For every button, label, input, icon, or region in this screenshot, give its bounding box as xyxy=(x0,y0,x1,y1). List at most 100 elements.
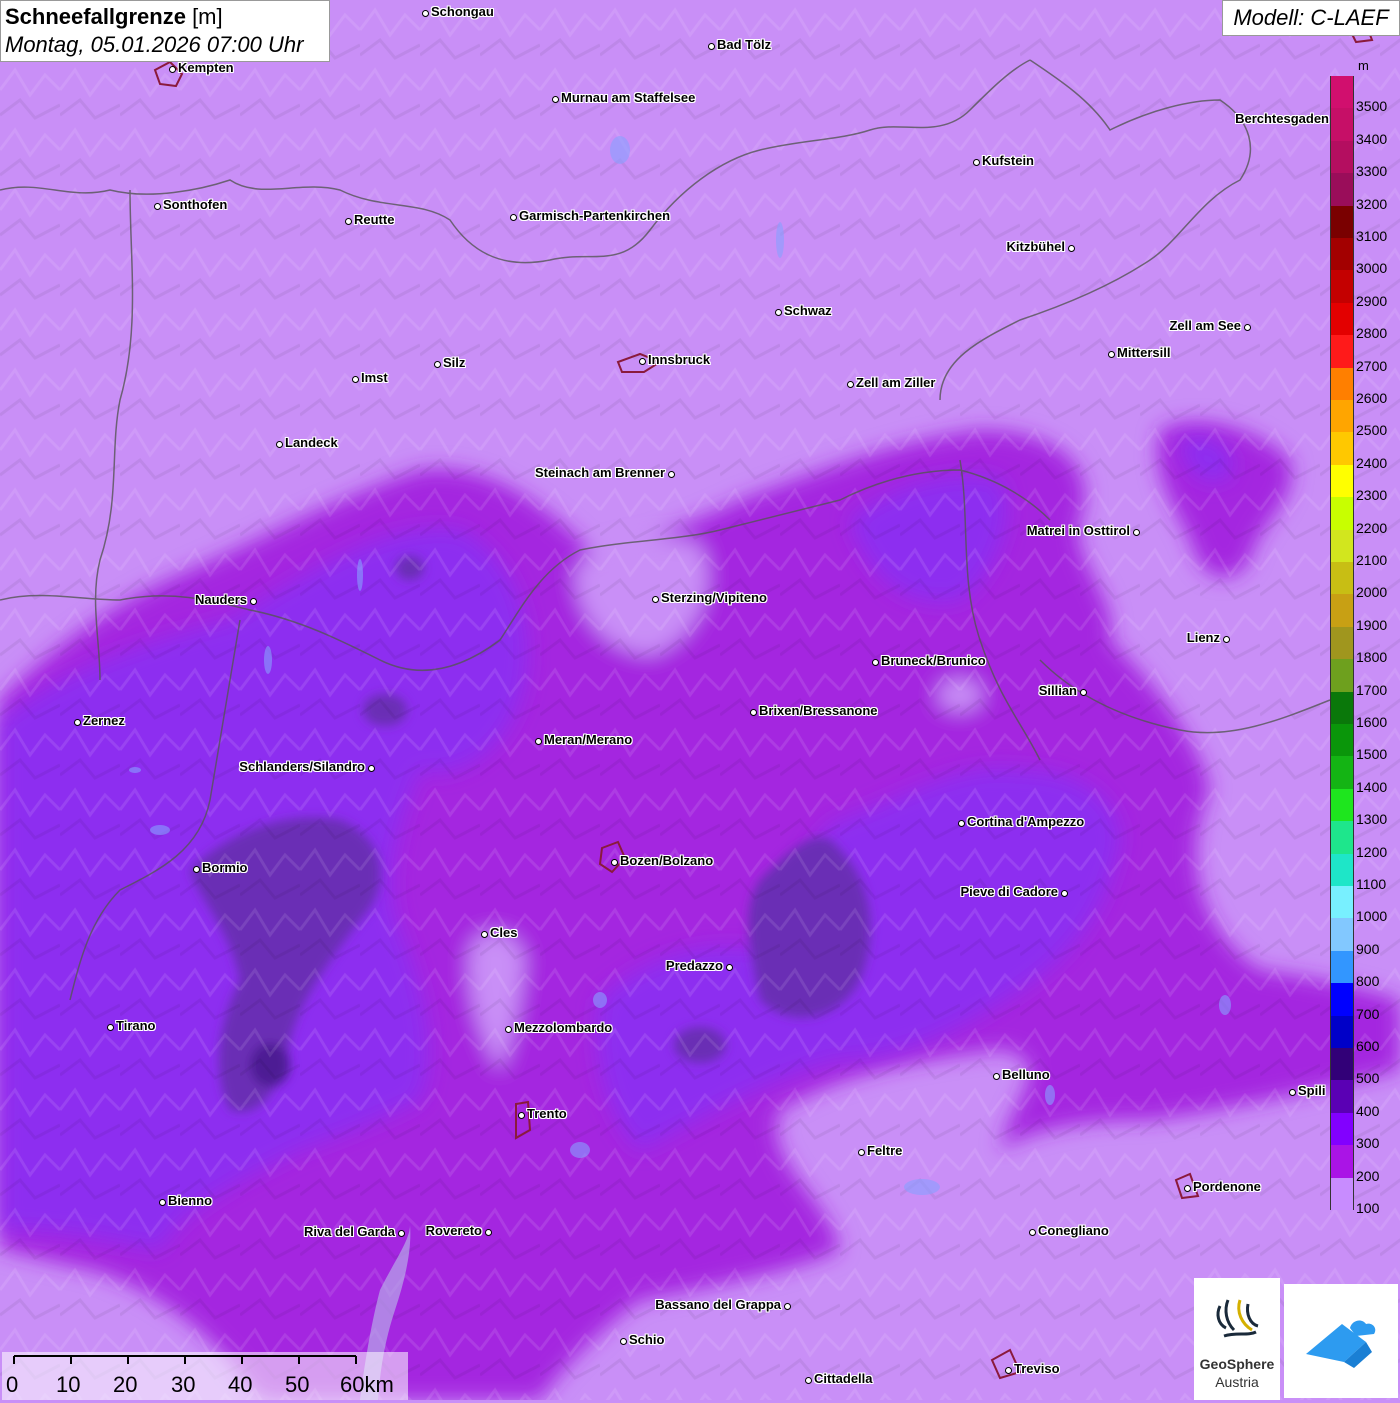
city-label: Rovereto xyxy=(425,1223,482,1238)
city-marker xyxy=(1004,1366,1012,1374)
legend-label: 2300 xyxy=(1356,487,1388,504)
city-marker xyxy=(275,440,283,448)
city-marker xyxy=(504,1025,512,1033)
app-logo[interactable] xyxy=(1284,1284,1398,1398)
legend-label: 500 xyxy=(1356,1070,1380,1087)
city-marker xyxy=(957,819,965,827)
city-marker xyxy=(1222,635,1230,643)
city-marker xyxy=(421,9,429,17)
city-marker xyxy=(972,158,980,166)
city-label: Predazzo xyxy=(665,958,723,973)
legend-label: 600 xyxy=(1356,1038,1380,1054)
scale-label: 50 xyxy=(285,1372,310,1397)
scale-label: 60km xyxy=(340,1372,394,1397)
city-marker xyxy=(192,865,200,873)
city-label: Trento xyxy=(527,1106,567,1121)
city-marker xyxy=(106,1023,114,1031)
legend-swatch xyxy=(1330,788,1354,822)
legend-label: 2000 xyxy=(1356,584,1388,601)
city-marker xyxy=(871,658,879,666)
geosphere-logo-icon xyxy=(1216,1299,1259,1338)
city-label: Matrei in Osttirol xyxy=(1026,523,1130,538)
city-label: Zell am Ziller xyxy=(856,375,936,390)
city-marker xyxy=(667,470,675,478)
legend-label: 1300 xyxy=(1356,811,1388,828)
city-label: Murnau am Staffelsee xyxy=(561,90,696,105)
legend-swatch xyxy=(1330,1080,1354,1114)
city-label: Schongau xyxy=(431,4,494,19)
legend-label: 700 xyxy=(1356,1005,1380,1022)
city-label: Riva del Garda xyxy=(303,1224,395,1239)
legend-swatch xyxy=(1330,626,1354,660)
city-marker xyxy=(397,1229,405,1237)
city-marker xyxy=(707,42,715,50)
city-label: Bassano del Grappa xyxy=(655,1297,781,1312)
scale-label: 30 xyxy=(171,1372,196,1397)
city-label: Kufstein xyxy=(982,153,1034,168)
city-marker xyxy=(73,718,81,726)
city-marker xyxy=(1079,688,1087,696)
city-label: Sonthofen xyxy=(163,197,228,212)
geosphere-sub: Austria xyxy=(1215,1374,1259,1390)
city-marker xyxy=(1060,889,1068,897)
legend-swatch xyxy=(1330,1048,1354,1081)
city-label: Kitzbühel xyxy=(1006,239,1066,254)
legend-label: 2900 xyxy=(1356,292,1388,309)
city-marker xyxy=(480,930,488,938)
legend-swatch xyxy=(1330,270,1354,304)
legend-label: 3400 xyxy=(1356,130,1388,147)
legend-swatch xyxy=(1330,756,1354,790)
legend-swatch xyxy=(1330,464,1354,498)
city-label: Nauders xyxy=(194,592,247,607)
city-marker xyxy=(367,764,375,772)
legend-swatch xyxy=(1330,140,1354,174)
legend-swatch xyxy=(1330,659,1354,693)
legend-label: 100 xyxy=(1356,1200,1380,1216)
legend-swatch xyxy=(1330,918,1354,952)
legend-label: 1000 xyxy=(1356,908,1388,925)
city-marker xyxy=(168,65,176,73)
city-marker xyxy=(433,360,441,368)
legend-swatch xyxy=(1330,238,1354,271)
city-marker xyxy=(992,1072,1000,1080)
city-label: Cittadella xyxy=(814,1371,873,1386)
legend-label: 1400 xyxy=(1356,778,1388,795)
city-marker xyxy=(857,1148,865,1156)
map-datetime: Montag, 05.01.2026 07:00 Uhr xyxy=(5,32,304,57)
legend-swatch xyxy=(1330,821,1354,855)
legend-label: 1700 xyxy=(1356,681,1388,698)
scale-label: 10 xyxy=(56,1372,81,1397)
city-label: Schio xyxy=(629,1332,665,1347)
city-label: Kempten xyxy=(178,60,234,75)
city-marker xyxy=(619,1337,627,1345)
legend-label: 200 xyxy=(1356,1167,1380,1184)
city-marker xyxy=(1132,528,1140,536)
city-marker xyxy=(517,1111,525,1119)
scale-label: 0 xyxy=(6,1372,19,1397)
city-label: Treviso xyxy=(1014,1361,1060,1376)
city-label: Pordenone xyxy=(1193,1179,1261,1194)
legend-label: 900 xyxy=(1356,940,1380,957)
city-label: Schwaz xyxy=(784,303,832,318)
city-marker xyxy=(725,963,733,971)
legend-label: 2600 xyxy=(1356,390,1388,406)
legend-label: 1100 xyxy=(1356,876,1387,892)
map-title: Schneefallgrenze xyxy=(5,4,186,29)
city-marker xyxy=(1067,244,1075,252)
scale-label: 40 xyxy=(228,1372,253,1397)
map-title-box: Schneefallgrenze [m] Montag, 05.01.2026 … xyxy=(0,0,330,62)
city-marker xyxy=(774,308,782,316)
legend-swatch xyxy=(1330,173,1354,207)
legend-label: 3500 xyxy=(1356,98,1388,115)
city-label: Zernez xyxy=(83,713,125,728)
city-marker xyxy=(1028,1228,1036,1236)
city-marker xyxy=(783,1302,791,1310)
city-label: Sillian xyxy=(1038,683,1077,698)
city-label: Feltre xyxy=(867,1143,903,1158)
legend-swatch xyxy=(1330,594,1354,628)
city-label: Belluno xyxy=(1002,1067,1050,1082)
city-marker xyxy=(1288,1088,1296,1096)
city-marker xyxy=(509,213,517,221)
city-label: Schlanders/Silandro xyxy=(239,759,365,774)
city-label: Zell am See xyxy=(1169,318,1241,333)
